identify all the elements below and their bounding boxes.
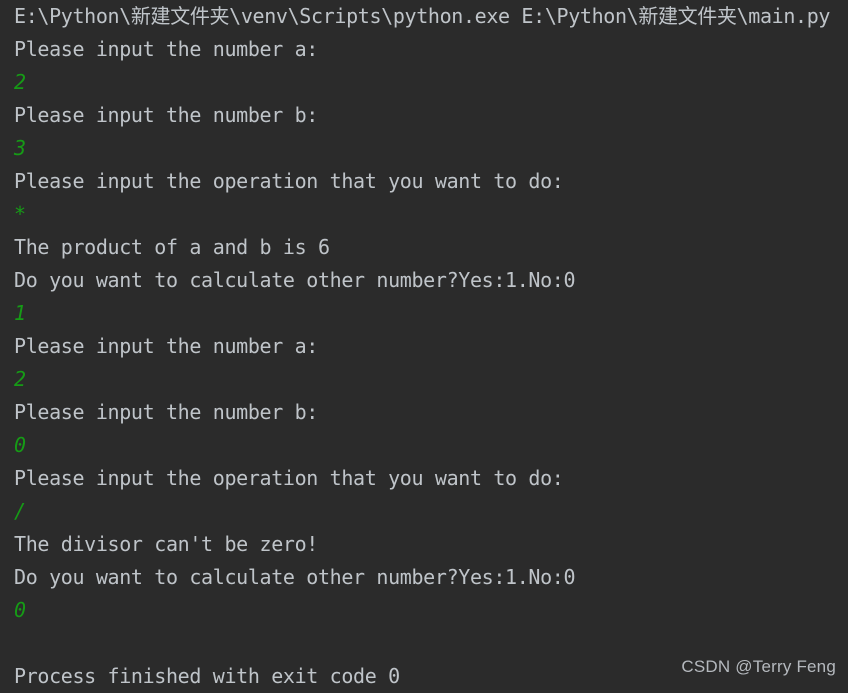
console-input-echo-line: 0 — [14, 433, 26, 457]
python-console-output[interactable]: E:\Python\新建文件夹\venv\Scripts\python.exe … — [0, 0, 848, 689]
console-output-line: Do you want to calculate other number?Ye… — [14, 565, 576, 589]
console-input-echo-line: 1 — [14, 301, 26, 325]
console-input-echo-line: 3 — [14, 136, 26, 160]
console-input-echo-line: 2 — [14, 70, 26, 94]
console-input-echo-line: / — [14, 499, 26, 523]
console-output-line: Please input the number a: — [14, 334, 318, 358]
console-input-echo-line: * — [14, 202, 26, 226]
console-output-line: Please input the number a: — [14, 37, 318, 61]
console-output-line: Process finished with exit code 0 — [14, 664, 400, 688]
console-output-line: The product of a and b is 6 — [14, 235, 330, 259]
console-output-line: Please input the number b: — [14, 400, 318, 424]
console-input-echo-line: 0 — [14, 598, 26, 622]
console-input-echo-line: 2 — [14, 367, 26, 391]
console-output-line: E:\Python\新建文件夹\venv\Scripts\python.exe … — [14, 4, 831, 28]
console-output-line: Please input the operation that you want… — [14, 169, 564, 193]
console-output-line: Please input the operation that you want… — [14, 466, 564, 490]
console-output-line: Do you want to calculate other number?Ye… — [14, 268, 576, 292]
console-output-line: Please input the number b: — [14, 103, 318, 127]
console-line-list: E:\Python\新建文件夹\venv\Scripts\python.exe … — [14, 0, 848, 693]
console-output-line: The divisor can't be zero! — [14, 532, 318, 556]
